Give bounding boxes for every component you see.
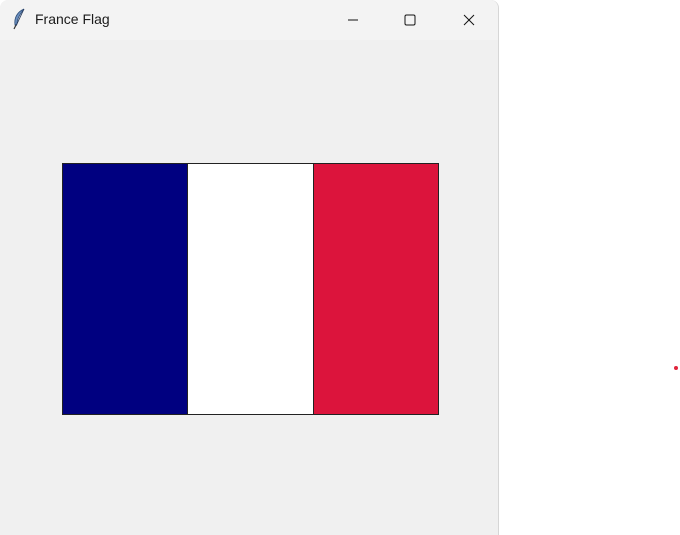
france-flag xyxy=(62,163,439,415)
feather-icon xyxy=(11,8,27,30)
flag-stripe-white xyxy=(187,164,313,414)
maximize-icon xyxy=(404,14,416,26)
app-window: France Flag xyxy=(0,0,499,535)
maximize-button[interactable] xyxy=(381,0,439,40)
minimize-icon xyxy=(347,14,359,26)
close-button[interactable] xyxy=(440,0,498,40)
title-bar[interactable]: France Flag xyxy=(0,0,498,40)
red-dot-marker xyxy=(674,366,678,370)
window-title: France Flag xyxy=(35,11,110,27)
close-icon xyxy=(463,14,475,26)
minimize-button[interactable] xyxy=(324,0,382,40)
flag-stripe-red xyxy=(312,164,438,414)
flag-stripe-blue xyxy=(63,164,188,414)
